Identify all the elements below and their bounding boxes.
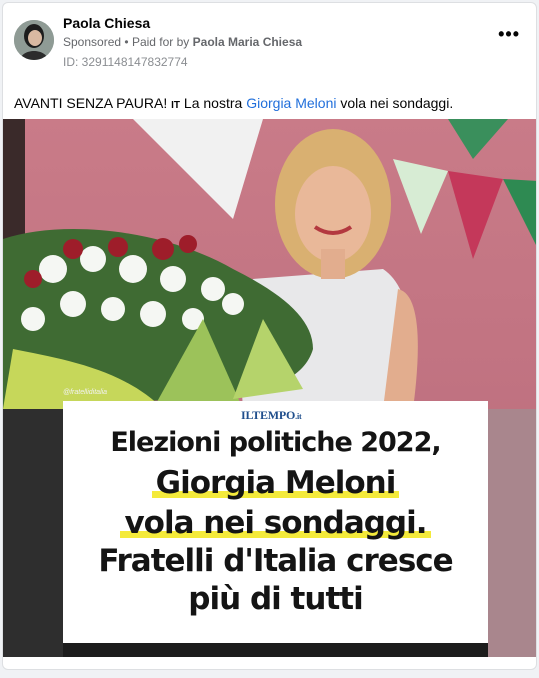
post-caption: AVANTI SENZA PAURA! IT La nostra Giorgia…	[14, 95, 453, 111]
caption-link-giorgia-meloni[interactable]: Giorgia Meloni	[246, 95, 336, 111]
headline-line-5: più di tutti	[188, 581, 363, 617]
ad-post-card: Paola Chiesa Sponsored • Paid for by Pao…	[2, 2, 537, 670]
avatar[interactable]	[14, 20, 54, 60]
news-headline-card: ILTEMPO.it Elezioni politiche 2022, Gior…	[63, 401, 488, 643]
italy-flag-icon: IT	[171, 100, 181, 111]
separator-dot: •	[124, 35, 129, 49]
image-watermark: @fratelliditalia	[63, 389, 108, 396]
headline-line-1: Elezioni politiche 2022,	[110, 427, 441, 458]
post-header: Paola Chiesa Sponsored • Paid for by Pao…	[3, 3, 536, 83]
author-name[interactable]: Paola Chiesa	[63, 15, 150, 31]
avatar-portrait	[14, 20, 54, 60]
headline-line-2: Giorgia Meloni	[63, 465, 488, 501]
caption-part3: vola nei sondaggi.	[336, 95, 454, 111]
outlet-name: ILTEMPO	[241, 408, 296, 422]
outlet-logo: ILTEMPO.it	[241, 408, 302, 423]
sponsored-label[interactable]: Sponsored	[63, 35, 121, 49]
more-options-icon[interactable]: •••	[498, 25, 520, 43]
post-image[interactable]: @fratelliditalia ILTEMPO.it Elezioni pol…	[3, 119, 536, 657]
headline-line-2-text: Giorgia Meloni	[151, 465, 400, 501]
outlet-suffix: .it	[295, 412, 302, 421]
headline-line-3: vola nei sondaggi.	[63, 505, 488, 541]
sponsored-line: Sponsored • Paid for by Paola Maria Chie…	[63, 35, 302, 49]
headline-line-3-text: vola nei sondaggi.	[120, 505, 431, 541]
headline-line-4: Fratelli d'Italia cresce	[98, 543, 453, 579]
caption-part2: La nostra	[180, 95, 247, 111]
paid-for-name: Paola Maria Chiesa	[192, 35, 303, 49]
caption-part1: AVANTI SENZA PAURA!	[14, 95, 172, 111]
ad-id: ID: 3291148147832774	[63, 55, 188, 69]
paid-for-prefix: Paid for by	[131, 35, 190, 49]
